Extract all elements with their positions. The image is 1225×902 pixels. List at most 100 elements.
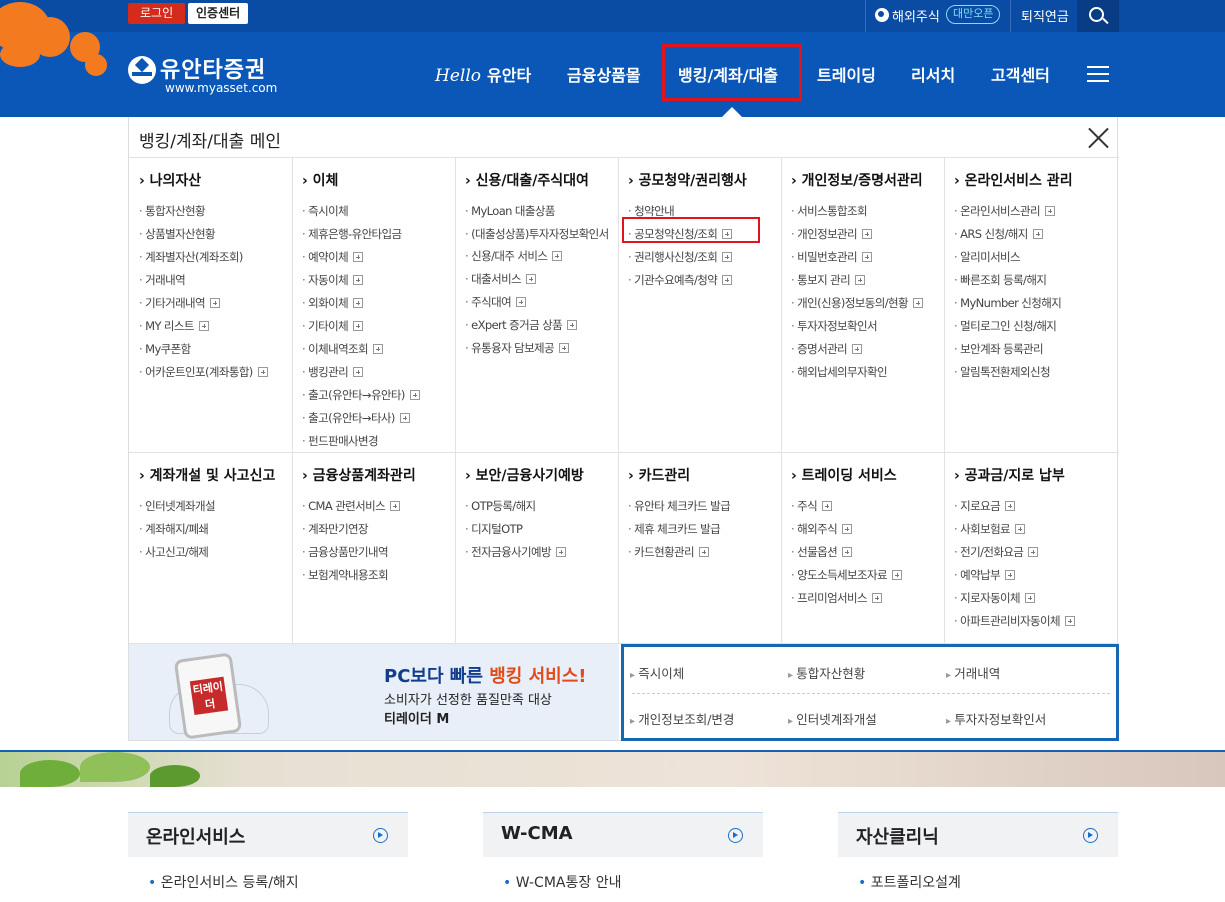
menu-item[interactable]: 온라인서비스관리	[954, 200, 1106, 223]
expand-plus-icon[interactable]	[552, 251, 563, 261]
card-link[interactable]: 포트폴리오설계	[858, 872, 1118, 892]
menu-column-heading[interactable]: 공모청약/권리행사	[628, 170, 780, 190]
arrow-right-icon[interactable]	[728, 828, 743, 843]
menu-item[interactable]: 자동이체	[302, 269, 454, 292]
quick-link-investor-info[interactable]: 투자자정보확인서	[946, 709, 1046, 728]
menu-item[interactable]: 증명서관리	[791, 338, 943, 361]
menu-column-heading[interactable]: 금융상품계좌관리	[302, 465, 454, 485]
expand-plus-icon[interactable]	[842, 524, 853, 534]
nav-hello-yuanta[interactable]: Hello 유안타	[435, 62, 531, 86]
menu-column-heading[interactable]: 나의자산	[139, 170, 291, 190]
menu-item[interactable]: 예약납부	[954, 564, 1106, 587]
menu-item[interactable]: 기타이체	[302, 315, 454, 338]
menu-item[interactable]: MyLoan 대출상품	[465, 200, 615, 223]
menu-item[interactable]: 즉시이체	[302, 200, 454, 223]
expand-plus-icon[interactable]	[353, 252, 364, 262]
menu-item[interactable]: 빠른조회 등록/해지	[954, 269, 1106, 292]
menu-item[interactable]: 기타거래내역	[139, 292, 291, 315]
expand-plus-icon[interactable]	[862, 252, 873, 262]
menu-item[interactable]: 서비스통합조회	[791, 200, 943, 223]
expand-plus-icon[interactable]	[1005, 501, 1016, 511]
expand-plus-icon[interactable]	[722, 252, 733, 262]
menu-item[interactable]: 대출서비스	[465, 268, 615, 291]
menu-column-heading[interactable]: 계좌개설 및 사고신고	[139, 465, 291, 485]
card-link[interactable]: W-CMA통장 안내	[503, 872, 763, 892]
menu-item[interactable]: 지로자동이체	[954, 587, 1106, 610]
menu-item[interactable]: 양도소득세보조자료	[791, 564, 943, 587]
expand-plus-icon[interactable]	[699, 547, 710, 557]
card-title[interactable]: 자산클리닉	[856, 823, 939, 849]
menu-item[interactable]: 신용/대주 서비스	[465, 245, 615, 268]
menu-item[interactable]: OTP등록/해지	[465, 495, 615, 518]
menu-item[interactable]: 해외주식	[791, 518, 943, 541]
mega-menu-title[interactable]: 뱅킹/계좌/대출 메인	[139, 127, 281, 152]
menu-column-heading[interactable]: 공과금/지로 납부	[954, 465, 1106, 485]
login-button[interactable]: 로그인	[128, 3, 186, 24]
nav-trading[interactable]: 트레이딩	[817, 62, 876, 86]
menu-item[interactable]: 멀티로그인 신청/해지	[954, 315, 1106, 338]
menu-item[interactable]: 통보지 관리	[791, 269, 943, 292]
expand-plus-icon[interactable]	[198, 321, 209, 331]
card-title[interactable]: W-CMA	[501, 823, 573, 844]
menu-item[interactable]: 전자금융사기예방	[465, 541, 615, 564]
cert-center-button[interactable]: 인증센터	[188, 3, 249, 24]
logo-text[interactable]: 유안타증권	[160, 52, 266, 84]
menu-item[interactable]: 사회보험료	[954, 518, 1106, 541]
menu-item[interactable]: 출고(유안타→유안타)	[302, 384, 454, 407]
card-title[interactable]: 온라인서비스	[146, 823, 245, 849]
menu-item[interactable]: 통합자산현황	[139, 200, 291, 223]
nav-customer-center[interactable]: 고객센터	[991, 62, 1050, 86]
expand-plus-icon[interactable]	[822, 501, 833, 511]
expand-plus-icon[interactable]	[257, 367, 268, 377]
quick-link-transactions[interactable]: 거래내역	[946, 663, 1000, 682]
expand-plus-icon[interactable]	[1005, 570, 1016, 580]
menu-item[interactable]: 계좌해지/폐쇄	[139, 518, 291, 541]
menu-column-heading[interactable]: 트레이딩 서비스	[791, 465, 943, 485]
expand-plus-icon[interactable]	[559, 343, 570, 353]
menu-item[interactable]: 프리미엄서비스	[791, 587, 943, 610]
expand-plus-icon[interactable]	[353, 321, 364, 331]
expand-plus-icon[interactable]	[1032, 229, 1043, 239]
menu-item[interactable]: eXpert 증거금 상품	[465, 314, 615, 337]
search-button[interactable]	[1077, 0, 1119, 32]
menu-column-heading[interactable]: 온라인서비스 관리	[954, 170, 1106, 190]
menu-item[interactable]: MyNumber 신청해지	[954, 292, 1106, 315]
menu-item[interactable]: 전기/전화요금	[954, 541, 1106, 564]
expand-plus-icon[interactable]	[567, 320, 578, 330]
menu-item[interactable]: ARS 신청/해지	[954, 223, 1106, 246]
menu-item[interactable]: 투자자정보확인서	[791, 315, 943, 338]
menu-item[interactable]: 주식	[791, 495, 943, 518]
hamburger-menu-icon[interactable]	[1087, 66, 1109, 82]
pension-link[interactable]: 퇴직연금	[1021, 6, 1069, 25]
menu-item[interactable]: 상품별자산현황	[139, 223, 291, 246]
expand-plus-icon[interactable]	[409, 390, 420, 400]
quick-link-open-account[interactable]: 인터넷계좌개설	[788, 709, 877, 728]
menu-item[interactable]: 개인정보관리	[791, 223, 943, 246]
menu-item[interactable]: 디지털OTP	[465, 518, 615, 541]
menu-item[interactable]: 출고(유안타→타사)	[302, 407, 454, 430]
menu-item[interactable]: 권리행사신청/조회	[628, 246, 780, 269]
menu-item[interactable]: 유안타 체크카드 발급	[628, 495, 780, 518]
menu-item[interactable]: 외화이체	[302, 292, 454, 315]
expand-plus-icon[interactable]	[912, 298, 923, 308]
arrow-right-icon[interactable]	[1083, 828, 1098, 843]
expand-plus-icon[interactable]	[891, 570, 902, 580]
overseas-stock-link[interactable]: 해외주식	[892, 6, 940, 25]
expand-plus-icon[interactable]	[855, 275, 866, 285]
menu-column-heading[interactable]: 신용/대출/주식대여	[465, 170, 615, 190]
expand-plus-icon[interactable]	[399, 413, 410, 423]
expand-plus-icon[interactable]	[390, 501, 401, 511]
menu-item[interactable]: 펀드판매사변경	[302, 430, 454, 453]
menu-item[interactable]: 제휴 체크카드 발급	[628, 518, 780, 541]
menu-item[interactable]: 이체내역조회	[302, 338, 454, 361]
menu-item[interactable]: 사고신고/해제	[139, 541, 291, 564]
menu-item[interactable]: 보안계좌 등록관리	[954, 338, 1106, 361]
menu-item[interactable]: 해외납세의무자확인	[791, 361, 943, 384]
expand-plus-icon[interactable]	[1064, 616, 1075, 626]
menu-item[interactable]: 지로요금	[954, 495, 1106, 518]
arrow-right-icon[interactable]	[373, 828, 388, 843]
expand-plus-icon[interactable]	[555, 547, 566, 557]
menu-item[interactable]: 계좌만기연장	[302, 518, 454, 541]
menu-item[interactable]: 어카운트인포(계좌통합)	[139, 361, 291, 384]
expand-plus-icon[interactable]	[353, 367, 364, 377]
